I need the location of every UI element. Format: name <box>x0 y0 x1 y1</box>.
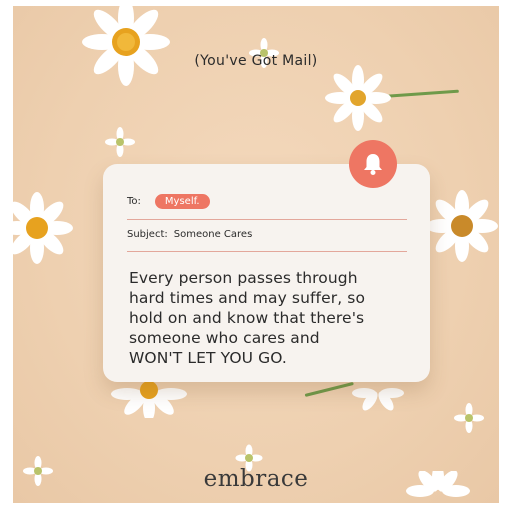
brand-logo: embrace <box>203 466 309 492</box>
recipient-badge: Myself. <box>154 193 210 209</box>
divider <box>127 251 407 252</box>
message-line: someone who cares and <box>129 329 320 347</box>
daisy-icon <box>426 190 498 262</box>
daisy-icon <box>82 6 170 86</box>
bell-icon <box>364 154 382 175</box>
divider <box>127 219 407 220</box>
daisy-icon <box>454 403 484 433</box>
recipient-row: To: Myself. <box>127 192 210 210</box>
message-line: hard times and may suffer, so <box>129 289 366 307</box>
daisy-icon <box>105 127 135 157</box>
greeting-card-canvas: (You've Got Mail) To: Myself. Subject: S… <box>13 6 499 503</box>
to-label: To: <box>127 195 141 207</box>
message-body: Every person passes through hard times a… <box>129 268 419 368</box>
flower-stem <box>304 381 354 397</box>
page-title: (You've Got Mail) <box>194 53 318 69</box>
subject-label: Subject: <box>127 229 168 240</box>
daisy-icon <box>13 192 73 264</box>
daisy-icon <box>325 65 391 131</box>
notification-button <box>349 140 397 188</box>
mail-card: To: Myself. Subject: Someone Cares Every… <box>103 164 430 382</box>
subject-value: Someone Cares <box>173 229 253 240</box>
subject-row: Subject: Someone Cares <box>127 229 252 240</box>
message-line: WON'T LET YOU GO. <box>129 349 287 367</box>
message-line: Every person passes through <box>129 269 358 287</box>
message-line: hold on and know that there's <box>129 309 365 327</box>
